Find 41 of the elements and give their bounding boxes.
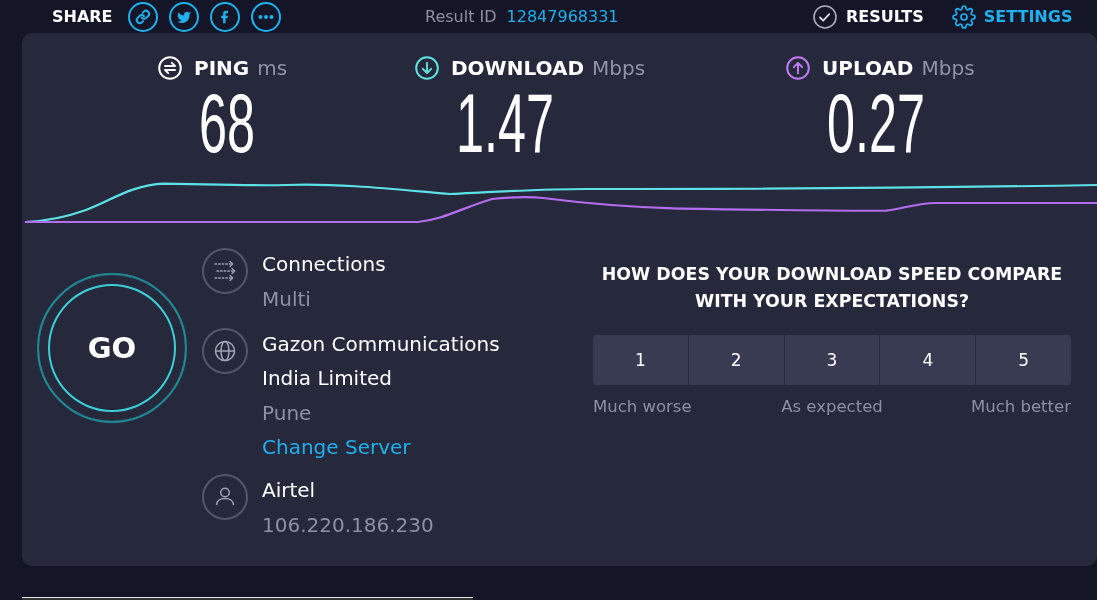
metric-value: 1.47 bbox=[456, 81, 555, 165]
metric-unit: ms bbox=[257, 56, 288, 80]
settings-icon[interactable] bbox=[951, 4, 976, 29]
rating-button[interactable]: 1 bbox=[593, 335, 688, 385]
results-link[interactable]: RESULTS bbox=[846, 7, 924, 26]
metric-label: UPLOAD bbox=[822, 56, 914, 80]
person-icon bbox=[202, 474, 248, 520]
scale-label: Much better bbox=[970, 397, 1071, 416]
detail-title: Airtel bbox=[262, 477, 316, 504]
go-button[interactable]: GO bbox=[37, 273, 187, 423]
detail-subtitle: Multi bbox=[262, 286, 311, 313]
detail-title: Connections bbox=[262, 251, 386, 278]
rating-button[interactable]: 4 bbox=[879, 335, 976, 385]
result-id-label: Result ID bbox=[425, 7, 497, 26]
bird-icon[interactable] bbox=[168, 1, 199, 32]
link-icon[interactable] bbox=[127, 1, 158, 32]
more-icon[interactable] bbox=[250, 1, 281, 32]
survey-question: HOW DOES YOUR DOWNLOAD SPEED COMPARE WITH YOUR EXPECTATIONS? bbox=[600, 263, 1064, 313]
f-logo-icon[interactable] bbox=[209, 1, 240, 32]
metric-value: 0.27 bbox=[827, 81, 926, 165]
detail-subtitle: Pune bbox=[262, 400, 312, 427]
swap-arrows-icon bbox=[158, 56, 182, 80]
metric-label: PING bbox=[194, 56, 250, 80]
rating-button[interactable]: 3 bbox=[783, 335, 880, 385]
rating-button[interactable]: 5 bbox=[975, 335, 1071, 385]
scale-label: Much worse bbox=[593, 397, 693, 416]
detail-subtitle: 106.220.186.230 bbox=[262, 512, 434, 539]
share-label: SHARE bbox=[52, 7, 113, 26]
globe-icon bbox=[202, 328, 248, 374]
metric-unit: Mbps bbox=[592, 56, 646, 80]
metric-unit: Mbps bbox=[921, 56, 975, 80]
result-id-link[interactable]: 12847968331 bbox=[506, 7, 619, 26]
check-circle-icon[interactable] bbox=[813, 4, 837, 29]
scale-label: As expected bbox=[780, 397, 884, 416]
change-server-link[interactable]: Change Server bbox=[262, 431, 411, 463]
detail-title: Gazon Communications India Limited bbox=[262, 331, 501, 392]
metric-label: DOWNLOAD bbox=[451, 56, 584, 80]
settings-link[interactable]: SETTINGS bbox=[983, 7, 1073, 26]
rating-button[interactable]: 2 bbox=[687, 335, 784, 385]
dotted-arrows-icon bbox=[202, 248, 248, 294]
metric-value: 68 bbox=[199, 81, 256, 165]
